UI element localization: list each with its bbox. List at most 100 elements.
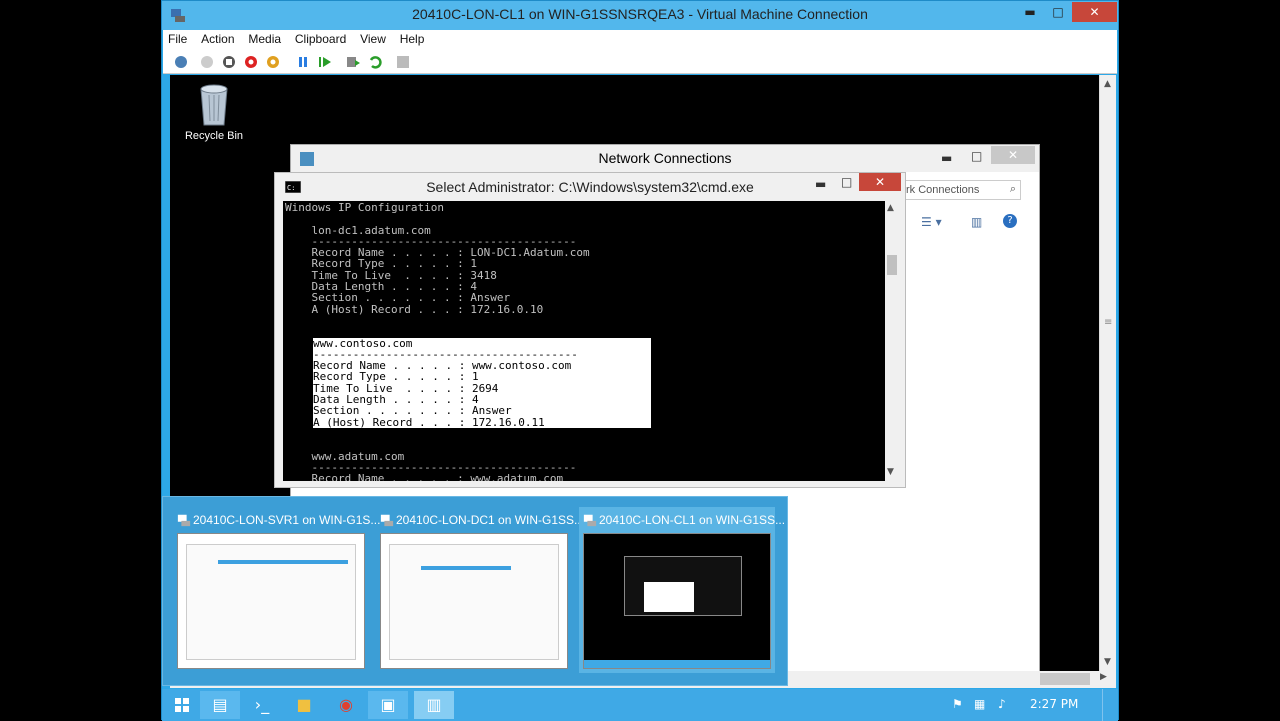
cmd-window[interactable]: C: Select Administrator: C:\Windows\syst… <box>274 172 906 488</box>
taskbar-chrome[interactable]: ◉ <box>326 691 366 719</box>
tray-action-center-icon[interactable]: ⚑ <box>952 697 963 711</box>
netconn-minimize-button[interactable]: ▬ <box>941 151 952 165</box>
start-button[interactable] <box>162 691 202 719</box>
ctrl-alt-del-icon[interactable] <box>173 54 189 70</box>
tray-network-icon[interactable]: ▦ <box>974 697 985 711</box>
turn-off-icon[interactable] <box>221 54 237 70</box>
netconn-search-input[interactable]: rk Connections ⌕ <box>901 180 1021 200</box>
cmd-title: Select Administrator: C:\Windows\system3… <box>275 173 905 201</box>
vm-connection-window: 20410C-LON-CL1 on WIN-G1SSNSRQEA3 - Virt… <box>161 0 1119 720</box>
taskbar-powershell[interactable]: ›_ <box>242 691 282 719</box>
switcher-thumbnail <box>583 533 771 669</box>
vm-scroll-grip-icon[interactable]: ≡ <box>1104 317 1112 328</box>
cmd-minimize-button[interactable]: ▬ <box>815 177 826 191</box>
vm-title: 20410C-LON-CL1 on WIN-G1SSNSRQEA3 - Virt… <box>162 6 1118 22</box>
netconn-search-text: rk Connections <box>906 184 979 196</box>
cmd-line: Windows IP Configuration <box>285 202 883 213</box>
cmd-line: Section . . . . . . . : Answer <box>313 405 651 416</box>
cmd-output[interactable]: Windows IP Configuration lon-dc1.adatum.… <box>283 201 885 481</box>
right-pillarbox <box>1119 0 1280 720</box>
switcher-item-label: 20410C-LON-DC1 on WIN-G1SS... <box>396 513 584 527</box>
cmd-maximize-button[interactable]: □ <box>841 175 852 189</box>
vm-switcher-overlay: 20410C-LON-SVR1 on WIN-G1S... 20410C-LON… <box>162 496 788 686</box>
switcher-item-label: 20410C-LON-SVR1 on WIN-G1S... <box>193 513 380 527</box>
cmd-scroll-thumb[interactable] <box>887 255 897 275</box>
menu-file[interactable]: File <box>163 30 192 48</box>
close-button[interactable]: ✕ <box>1072 2 1117 22</box>
save-state-icon[interactable] <box>265 54 281 70</box>
revert-icon[interactable] <box>367 54 383 70</box>
vm-scroll-down-icon[interactable]: ▼ <box>1104 657 1111 667</box>
change-view-icon[interactable]: ☰ ▾ <box>921 215 942 229</box>
switcher-item-label: 20410C-LON-CL1 on WIN-G1SS... <box>599 513 785 527</box>
network-connections-title: Network Connections <box>291 145 1039 172</box>
vm-scroll-up-icon[interactable]: ▲ <box>1104 79 1111 89</box>
vm-app-icon <box>380 513 394 527</box>
menu-media[interactable]: Media <box>243 30 286 48</box>
taskbar-server-manager[interactable]: ▤ <box>200 691 240 719</box>
minimize-button[interactable]: ▬ <box>1016 2 1044 22</box>
vm-taskbar-icon: ▣ <box>380 695 395 714</box>
cmd-close-button[interactable]: ✕ <box>859 173 901 191</box>
server-manager-icon: ▤ <box>212 695 227 714</box>
left-pillarbox <box>0 0 161 720</box>
cmd-line <box>285 428 883 439</box>
folder-icon: ■ <box>296 695 311 714</box>
vm-app-icon <box>177 513 191 527</box>
shutdown-icon[interactable] <box>243 54 259 70</box>
switcher-item-dc1[interactable]: 20410C-LON-DC1 on WIN-G1SS... <box>376 507 572 673</box>
cmd-line <box>285 315 883 326</box>
network-icon <box>299 151 315 167</box>
switcher-thumbnail <box>177 533 365 669</box>
recycle-bin-label: Recycle Bin <box>184 130 244 142</box>
cmd-line: A (Host) Record . . . : 172.16.0.10 <box>285 304 883 315</box>
menu-view[interactable]: View <box>355 30 391 48</box>
cmd-line <box>285 326 883 337</box>
cmd-line: A (Host) Record . . . : 172.16.0.11 <box>313 417 651 428</box>
vm-app-icon <box>583 513 597 527</box>
tray-clock[interactable]: 2:27 PM <box>1030 697 1078 711</box>
cmd-line <box>285 439 883 450</box>
taskbar-explorer[interactable]: ■ <box>284 691 324 719</box>
netconn-close-button[interactable]: ✕ <box>991 146 1035 164</box>
guest-taskbar: ▤ ›_ ■ ◉ ▣ ▥ ⚑ ▦ ♪ 2:27 PM <box>162 689 1118 721</box>
start-icon[interactable] <box>199 54 215 70</box>
help-icon[interactable]: ? <box>1003 214 1017 228</box>
windows-logo-icon <box>174 697 190 713</box>
show-desktop-button[interactable] <box>1102 689 1110 721</box>
taskbar-vm-connection[interactable]: ▣ <box>368 691 408 719</box>
cmd-line: Section . . . . . . . : Answer <box>285 292 883 303</box>
recycle-bin[interactable]: Recycle Bin <box>184 83 244 142</box>
taskbar-network-item[interactable]: ▥ <box>414 691 454 719</box>
cmd-scrollbar[interactable]: ▲ ▼ <box>885 201 900 481</box>
scroll-down-icon[interactable]: ▼ <box>887 467 894 477</box>
checkpoint-icon[interactable] <box>345 54 361 70</box>
pause-icon[interactable] <box>295 54 311 70</box>
vm-titlebar: 20410C-LON-CL1 on WIN-G1SSNSRQEA3 - Virt… <box>162 1 1118 30</box>
menu-clipboard[interactable]: Clipboard <box>290 30 351 48</box>
search-icon: ⌕ <box>1010 183 1016 196</box>
netconn-maximize-button[interactable]: □ <box>971 149 982 163</box>
vm-hscroll-thumb[interactable] <box>1040 673 1090 685</box>
resume-icon[interactable] <box>317 54 333 70</box>
vm-toolbar <box>163 50 1117 74</box>
recycle-bin-icon <box>196 83 232 127</box>
switcher-item-cl1[interactable]: 20410C-LON-CL1 on WIN-G1SS... <box>579 507 775 673</box>
vm-scroll-right-icon[interactable]: ▶ <box>1100 672 1107 682</box>
cmd-line <box>285 213 883 224</box>
scroll-up-icon[interactable]: ▲ <box>887 203 894 213</box>
preview-pane-icon[interactable]: ▥ <box>971 215 982 229</box>
network-taskbar-icon: ▥ <box>426 695 441 714</box>
tray-volume-icon[interactable]: ♪ <box>998 697 1006 711</box>
cmd-line: Record Name . . . . . : www.adatum.com <box>285 473 883 481</box>
menu-bar: File Action Media Clipboard View Help <box>163 30 1117 50</box>
menu-action[interactable]: Action <box>196 30 239 48</box>
enhanced-session-icon[interactable] <box>395 54 411 70</box>
switcher-thumbnail <box>380 533 568 669</box>
powershell-icon: ›_ <box>255 695 269 714</box>
maximize-button[interactable]: □ <box>1044 2 1072 22</box>
chrome-icon: ◉ <box>339 695 353 714</box>
menu-help[interactable]: Help <box>395 30 430 48</box>
vm-vertical-scrollbar[interactable]: ▲ ≡ ▼ <box>1099 75 1116 671</box>
switcher-item-svr1[interactable]: 20410C-LON-SVR1 on WIN-G1S... <box>173 507 369 673</box>
